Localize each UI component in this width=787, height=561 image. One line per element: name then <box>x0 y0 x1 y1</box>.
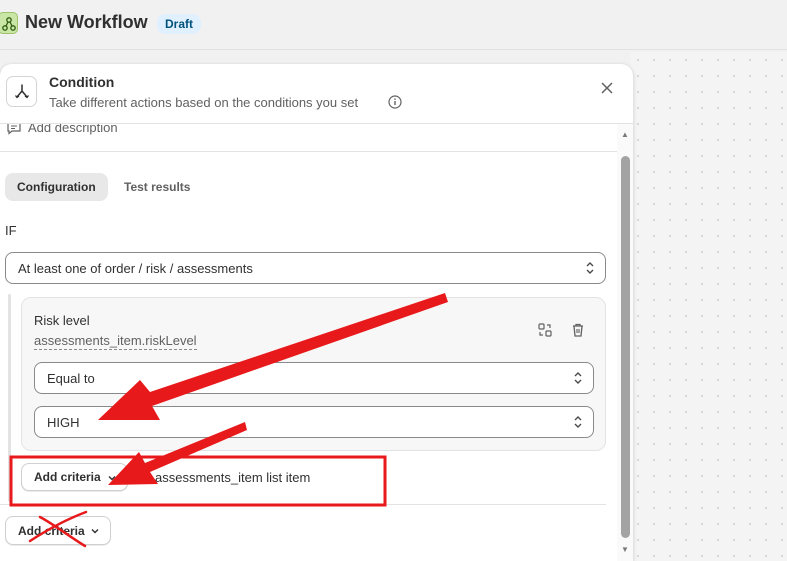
value-select[interactable]: HIGH <box>34 406 594 438</box>
close-icon <box>601 82 613 94</box>
divider <box>0 151 617 152</box>
divider <box>0 504 606 505</box>
inner-add-criteria-label: Add criteria <box>34 470 101 484</box>
add-description-label: Add description <box>28 124 118 135</box>
scope-select[interactable]: At least one of order / risk / assessmen… <box>5 252 606 284</box>
panel-title: Condition <box>49 74 115 90</box>
scroll-down-arrow-icon[interactable]: ▼ <box>620 545 630 554</box>
condition-branch-icon <box>6 76 37 107</box>
select-chevron-icon <box>574 416 582 428</box>
operator-select-value: Equal to <box>47 370 95 386</box>
workflow-title[interactable]: New Workflow <box>25 12 148 33</box>
condition-panel: Condition Take different actions based o… <box>0 64 633 561</box>
criteria-path[interactable]: assessments_item.riskLevel <box>34 333 197 350</box>
trash-icon[interactable] <box>570 322 586 343</box>
comment-icon <box>7 124 21 135</box>
group-rule <box>8 294 11 502</box>
close-button[interactable] <box>596 78 618 100</box>
tab-configuration[interactable]: Configuration <box>5 173 108 201</box>
outer-add-criteria-label: Add criteria <box>18 523 85 538</box>
outer-add-criteria-button[interactable]: Add criteria <box>5 516 111 545</box>
swap-icon[interactable] <box>537 322 553 343</box>
tab-test-results[interactable]: Test results <box>112 173 202 201</box>
select-chevron-icon <box>574 372 582 384</box>
chevron-down-icon <box>91 529 99 534</box>
top-bar: New Workflow Draft <box>0 0 787 50</box>
scrollbar-thumb[interactable] <box>621 156 630 538</box>
scroll-up-arrow-icon[interactable]: ▲ <box>620 130 630 139</box>
inner-add-criteria-button[interactable]: Add criteria <box>21 463 128 491</box>
operator-select[interactable]: Equal to <box>34 362 594 394</box>
panel-body[interactable]: Add description Configuration Test resul… <box>0 124 617 561</box>
panel-header: Condition Take different actions based o… <box>0 64 633 124</box>
info-icon[interactable] <box>388 95 402 114</box>
status-badge: Draft <box>157 14 202 34</box>
if-label: IF <box>5 223 17 238</box>
scope-select-value: At least one of order / risk / assessmen… <box>18 260 253 276</box>
chevron-down-icon <box>108 476 116 481</box>
panel-subtitle: Take different actions based on the cond… <box>49 95 359 110</box>
value-select-value: HIGH <box>47 414 80 430</box>
select-chevron-icon <box>586 262 594 274</box>
criteria-label: Risk level <box>34 313 90 328</box>
workflow-canvas[interactable] <box>630 52 787 561</box>
list-item-scope-text: assessments_item list item <box>155 470 311 485</box>
workflow-app-icon <box>0 12 18 34</box>
criteria-card: Risk level assessments_item.riskLevel Eq… <box>21 297 606 451</box>
add-description-link[interactable]: Add description <box>6 124 118 135</box>
